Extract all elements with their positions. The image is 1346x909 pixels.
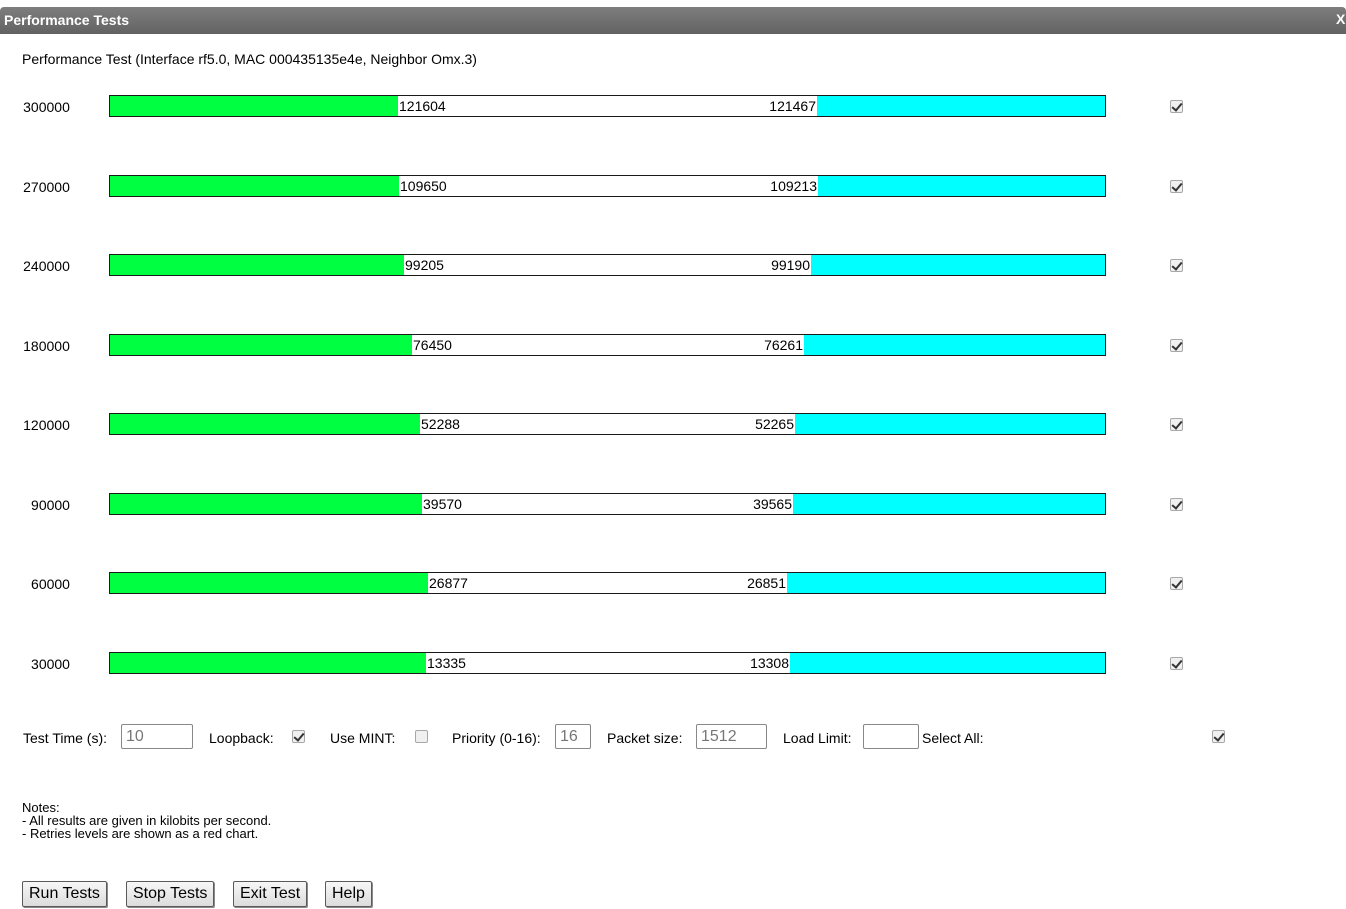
use-mint-checkbox[interactable]	[415, 730, 428, 743]
forward-throughput-fill	[110, 335, 412, 355]
forward-throughput-fill	[110, 573, 428, 593]
forward-throughput-fill	[110, 176, 399, 196]
forward-throughput-fill	[110, 96, 398, 116]
reverse-throughput-value: 76261	[764, 337, 803, 353]
forward-throughput-fill	[110, 494, 422, 514]
stop-tests-button[interactable]: Stop Tests	[126, 881, 215, 907]
load-level-label: 60000	[31, 576, 70, 592]
load-level-label: 90000	[31, 497, 70, 513]
result-row: 30000 13335 13308	[0, 652, 1346, 676]
forward-throughput-value: 121604	[399, 98, 446, 114]
throughput-bar: 121604 121467	[109, 95, 1106, 117]
throughput-bar: 76450 76261	[109, 334, 1106, 356]
reverse-throughput-fill	[793, 494, 1105, 514]
row-select-checkbox[interactable]	[1170, 657, 1183, 670]
forward-throughput-value: 26877	[429, 575, 468, 591]
forward-throughput-value: 39570	[423, 496, 462, 512]
forward-throughput-fill	[110, 414, 420, 434]
result-row: 300000 121604 121467	[0, 95, 1346, 119]
result-row: 240000 99205 99190	[0, 254, 1346, 278]
reverse-throughput-value: 121467	[769, 98, 816, 114]
priority-label: Priority (0-16):	[452, 730, 541, 746]
result-row: 90000 39570 39565	[0, 493, 1346, 517]
result-row: 270000 109650 109213	[0, 175, 1346, 199]
reverse-throughput-fill	[817, 96, 1105, 116]
row-select-checkbox[interactable]	[1170, 418, 1183, 431]
throughput-bar: 109650 109213	[109, 175, 1106, 197]
result-row: 180000 76450 76261	[0, 334, 1346, 358]
notes-line: - Retries levels are shown as a red char…	[22, 826, 259, 841]
exit-test-button[interactable]: Exit Test	[233, 881, 308, 907]
notes: Notes: - All results are given in kilobi…	[22, 801, 271, 840]
help-button[interactable]: Help	[325, 881, 372, 907]
test-time-label: Test Time (s):	[23, 730, 108, 746]
row-select-checkbox[interactable]	[1170, 577, 1183, 590]
reverse-throughput-value: 52265	[755, 416, 794, 432]
row-select-checkbox[interactable]	[1170, 259, 1183, 272]
throughput-bar: 26877 26851	[109, 572, 1106, 594]
forward-throughput-value: 52288	[421, 416, 460, 432]
forward-throughput-value: 99205	[405, 257, 444, 273]
throughput-bar: 99205 99190	[109, 254, 1106, 276]
reverse-throughput-value: 26851	[747, 575, 786, 591]
select-all-label: Select All:	[922, 730, 984, 746]
load-level-label: 300000	[23, 99, 70, 115]
row-select-checkbox[interactable]	[1170, 180, 1183, 193]
test-time-input[interactable]	[121, 724, 193, 749]
packet-size-input[interactable]	[696, 724, 767, 749]
throughput-bar: 52288 52265	[109, 413, 1106, 435]
forward-throughput-fill	[110, 255, 404, 275]
forward-throughput-value: 109650	[400, 178, 447, 194]
forward-throughput-value: 13335	[427, 655, 466, 671]
run-tests-button[interactable]: Run Tests	[22, 881, 107, 907]
load-level-label: 30000	[31, 656, 70, 672]
throughput-bar: 13335 13308	[109, 652, 1106, 674]
reverse-throughput-value: 99190	[771, 257, 810, 273]
loopback-checkbox[interactable]	[292, 730, 305, 743]
row-select-checkbox[interactable]	[1170, 498, 1183, 511]
select-all-checkbox[interactable]	[1212, 730, 1225, 743]
load-level-label: 120000	[23, 417, 70, 433]
reverse-throughput-fill	[818, 176, 1105, 196]
close-icon[interactable]: X	[1336, 11, 1346, 27]
use-mint-label: Use MINT:	[330, 730, 396, 746]
forward-throughput-value: 76450	[413, 337, 452, 353]
load-level-label: 270000	[23, 179, 70, 195]
load-level-label: 240000	[23, 258, 70, 274]
reverse-throughput-fill	[795, 414, 1105, 434]
reverse-throughput-fill	[811, 255, 1105, 275]
performance-tests-window: Performance Tests X Performance Test (In…	[0, 0, 1346, 909]
reverse-throughput-fill	[787, 573, 1105, 593]
load-limit-input[interactable]	[863, 724, 919, 749]
loopback-label: Loopback:	[209, 730, 274, 746]
test-heading: Performance Test (Interface rf5.0, MAC 0…	[22, 51, 477, 67]
reverse-throughput-fill	[790, 653, 1105, 673]
window-titlebar: Performance Tests X	[0, 7, 1346, 34]
packet-size-label: Packet size:	[607, 730, 683, 746]
reverse-throughput-value: 13308	[750, 655, 789, 671]
row-select-checkbox[interactable]	[1170, 339, 1183, 352]
row-select-checkbox[interactable]	[1170, 100, 1183, 113]
priority-input[interactable]	[555, 724, 591, 749]
reverse-throughput-value: 39565	[753, 496, 792, 512]
load-level-label: 180000	[23, 338, 70, 354]
test-controls: Test Time (s): Loopback: Use MINT: Prior…	[0, 724, 1346, 754]
result-row: 120000 52288 52265	[0, 413, 1346, 437]
reverse-throughput-fill	[804, 335, 1105, 355]
forward-throughput-fill	[110, 653, 426, 673]
result-row: 60000 26877 26851	[0, 572, 1346, 596]
window-title: Performance Tests	[4, 12, 130, 28]
throughput-bar: 39570 39565	[109, 493, 1106, 515]
load-limit-label: Load Limit:	[783, 730, 852, 746]
reverse-throughput-value: 109213	[770, 178, 817, 194]
